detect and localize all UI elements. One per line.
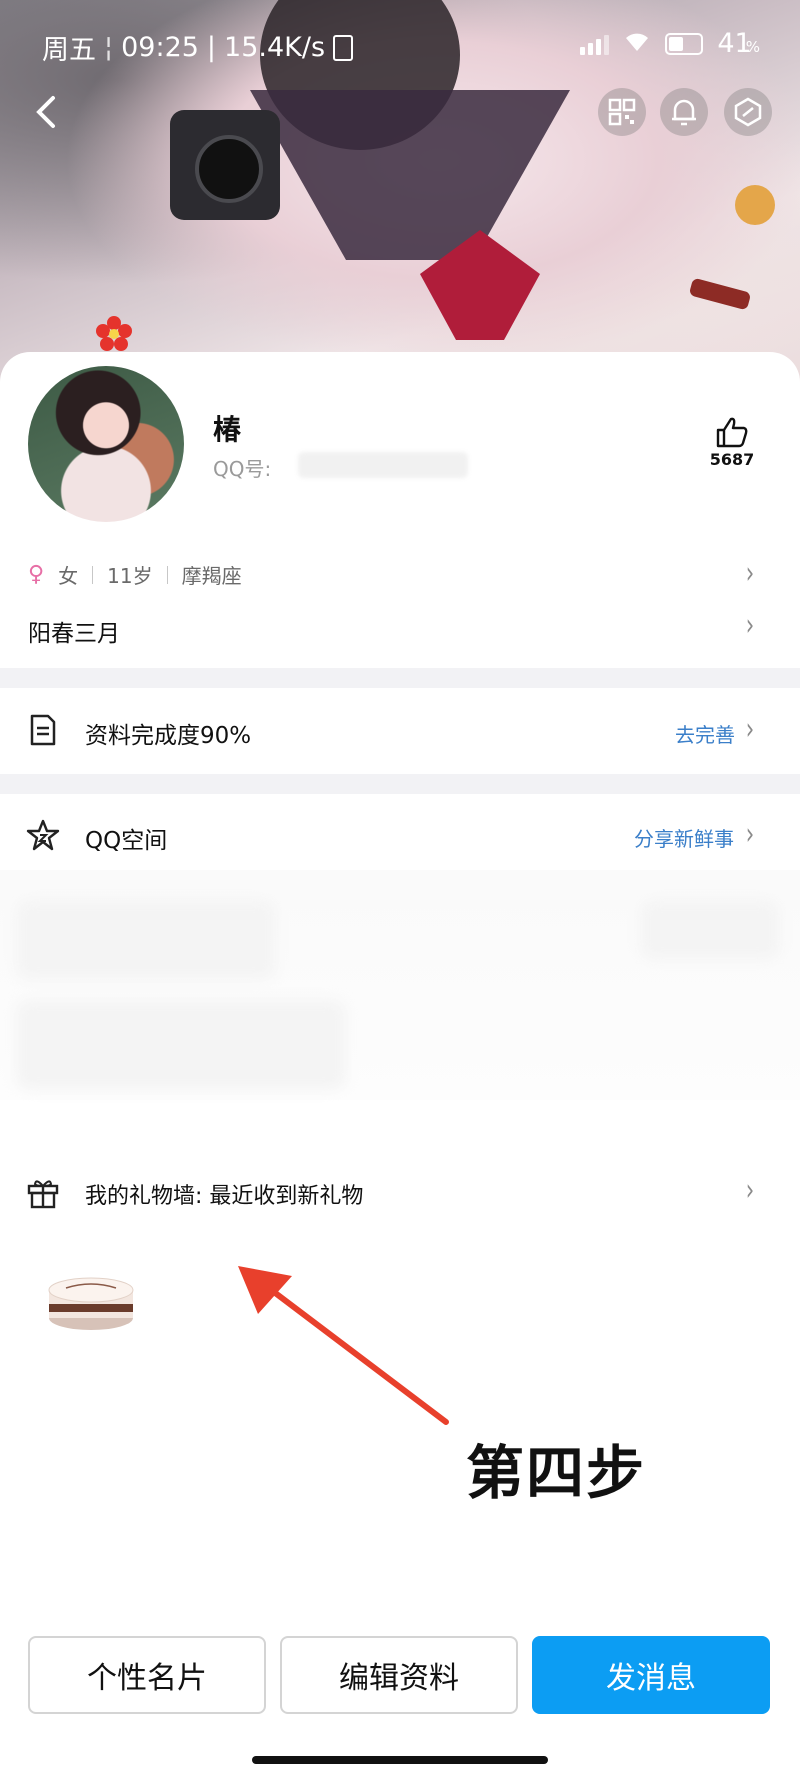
status-bar: 周五 ¦ 09:25 | 15.4K/s 41% [0,24,800,68]
status-weekday: 周五 [42,35,96,66]
divider [166,565,168,584]
chevron-right-icon: › [745,817,755,852]
document-icon [30,714,56,746]
chevron-right-icon: › [745,712,755,747]
zodiac-tag: 摩羯座 [181,564,242,588]
battery-icon [665,32,704,55]
qr-code-button[interactable] [598,88,646,136]
female-icon: ♀ [28,562,45,587]
status-right: 41% [580,28,760,59]
cover-illustration-cookie [735,185,775,225]
hexagon-settings-icon [734,97,762,127]
profile-completion-label: 资料完成度90% [85,723,252,749]
home-indicator[interactable] [252,1756,548,1764]
profile-name: 椿 [213,413,242,446]
qzone-label: QQ空间 [85,828,168,854]
chevron-right-icon: › [745,556,755,591]
age-tag: 11岁 [107,564,153,588]
like-count: 5687 [709,450,755,469]
cellular-signal-icon [580,33,610,55]
battery-percentage: 41% [717,28,760,59]
annotation-step-text: 第四步 [466,1439,647,1507]
back-button[interactable] [22,88,70,136]
personal-card-button[interactable]: 个性名片 [28,1636,266,1714]
birthday-cake-gift-icon[interactable] [46,1268,136,1338]
edit-profile-button[interactable]: 编辑资料 [280,1636,518,1714]
chevron-right-icon: › [745,608,755,643]
status-separator: | [206,32,217,63]
qq-number-label: QQ号: [213,457,272,481]
status-network-speed: 15.4K/s [224,32,326,63]
settings-button[interactable] [724,88,772,136]
divider [92,565,94,584]
wifi-icon [623,28,651,59]
avatar[interactable] [28,366,184,522]
status-separator: ¦ [104,32,114,63]
star-icon [26,819,60,851]
gift-icon [27,1180,59,1209]
bell-icon [672,99,696,126]
gift-wall-label: 我的礼物墙: 最近收到新礼物 [85,1184,364,1209]
flower-decoration-icon [96,316,132,351]
section-divider [0,774,800,794]
chevron-left-icon [36,96,55,128]
battery-unit: % [745,38,760,56]
chevron-right-icon: › [745,1173,755,1208]
nfc-icon [333,34,354,61]
send-message-button[interactable]: 发消息 [532,1636,770,1714]
qq-number-redacted [298,452,468,478]
complete-profile-link[interactable]: 去完善 [675,719,735,748]
section-divider [0,668,800,688]
status-left: 周五 ¦ 09:25 | 15.4K/s [42,28,354,67]
gender-tag: 女 [58,564,79,588]
status-time: 09:25 [121,32,199,63]
annotation-arrow [238,1266,449,1425]
signature-text[interactable]: 阳春三月 [28,614,120,648]
qr-code-icon [608,98,636,126]
share-news-link[interactable]: 分享新鲜事 [634,823,734,852]
cover-illustration-lens [195,135,263,203]
thumbs-up-icon [716,417,748,448]
notification-button[interactable] [660,88,708,136]
qzone-preview-blurred [0,870,800,1100]
cover-illustration-lipstick [688,277,752,311]
like-button[interactable] [712,416,752,452]
profile-tags[interactable]: ♀ 女 11岁 摩羯座 [28,560,242,589]
cover-illustration-collar [250,90,570,260]
